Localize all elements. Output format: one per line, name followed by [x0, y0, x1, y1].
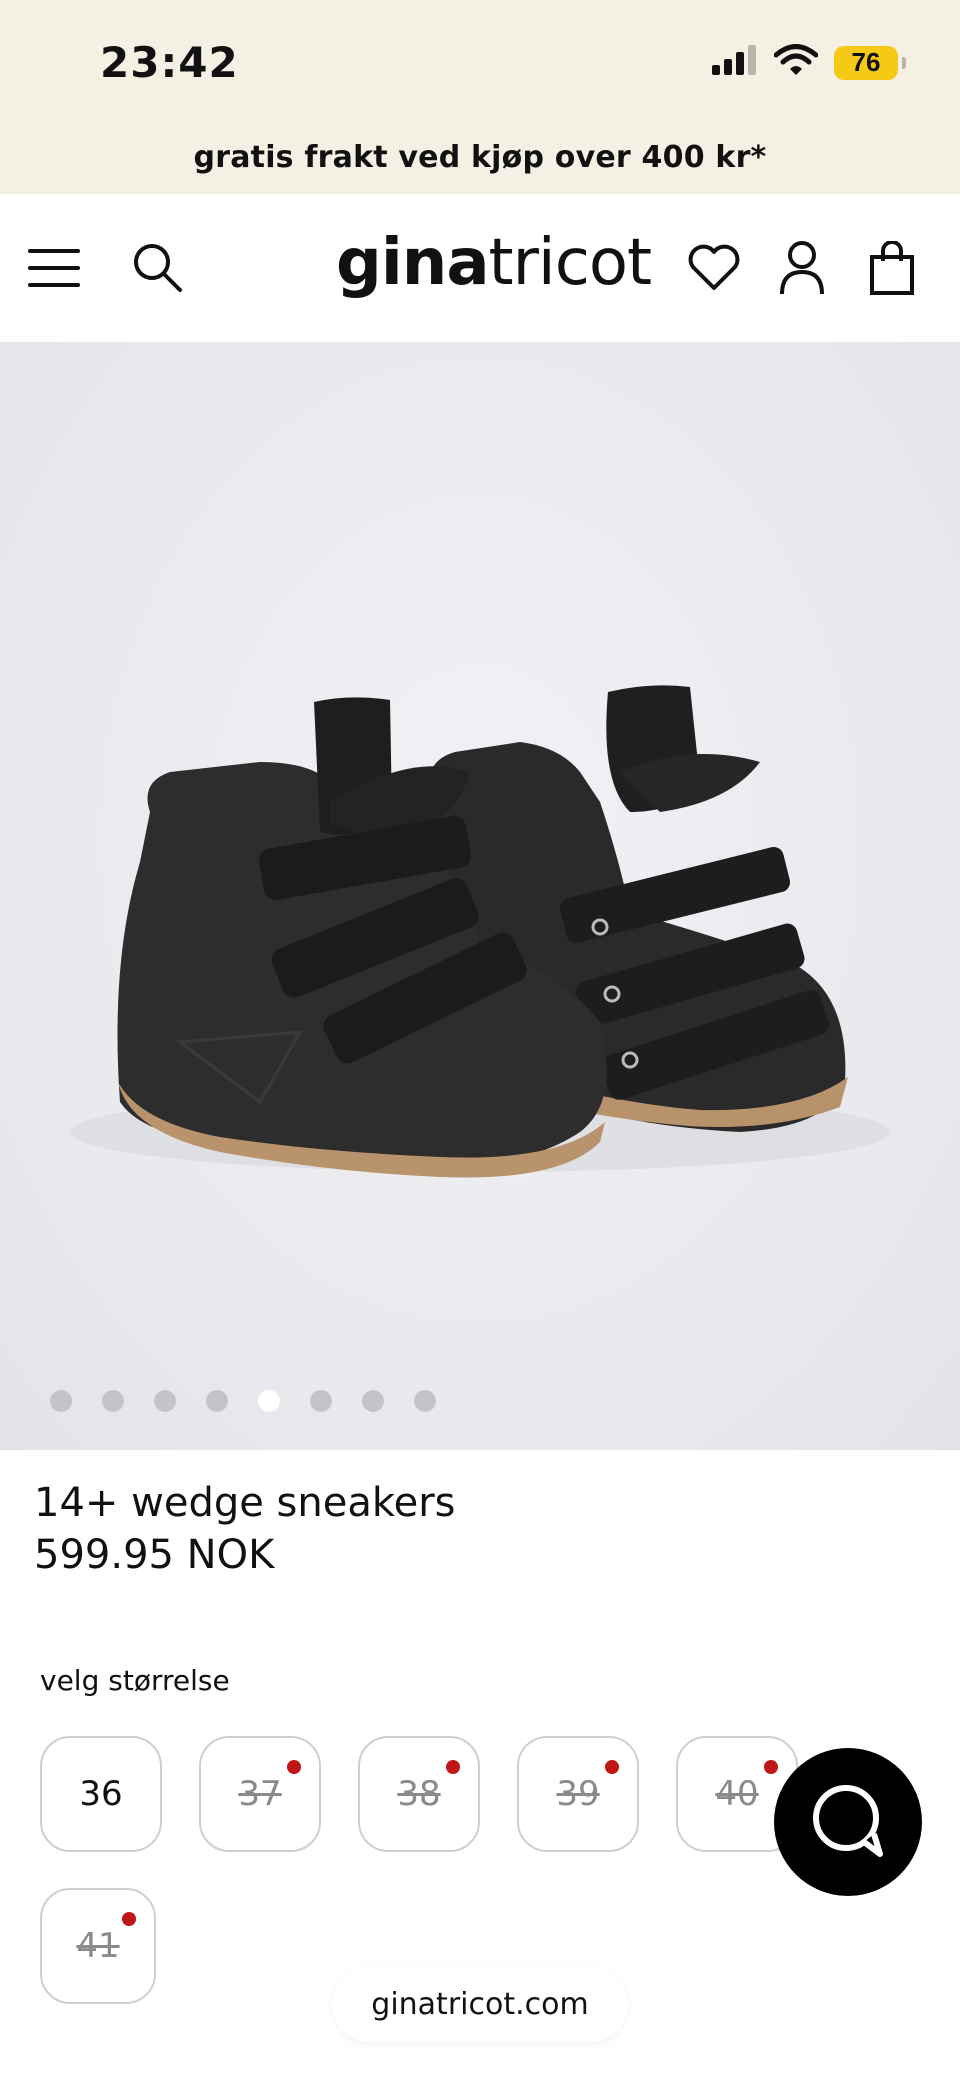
logo-light: tricot: [488, 226, 653, 300]
status-time: 23:42: [100, 38, 239, 87]
size-value: 41: [76, 1926, 120, 1966]
status-bar: 23:42 76: [0, 0, 960, 120]
bag-icon[interactable]: [862, 238, 922, 298]
wifi-icon: [773, 44, 819, 81]
account-icon[interactable]: [772, 238, 832, 298]
size-value: 37: [238, 1774, 282, 1814]
promo-banner[interactable]: gratis frakt ved kjøp over 400 kr*: [0, 120, 960, 194]
gallery-dots: [50, 1390, 436, 1412]
logo-bold: gina: [336, 226, 489, 300]
size-value: 39: [556, 1774, 600, 1814]
browser-url-bar[interactable]: ginatricot.com: [332, 1966, 628, 2042]
status-icons: 76: [712, 44, 906, 81]
browser-url: ginatricot.com: [371, 1986, 589, 2022]
size-option-39[interactable]: 39: [517, 1736, 639, 1852]
sold-out-indicator: [605, 1760, 619, 1774]
product-image[interactable]: [0, 342, 960, 1450]
size-value: 36: [79, 1774, 123, 1814]
product-price: 599.95 NOK: [34, 1532, 275, 1578]
size-option-41[interactable]: 41: [40, 1888, 156, 2004]
gallery-dot[interactable]: [102, 1390, 124, 1412]
sold-out-indicator: [122, 1912, 136, 1926]
chat-button[interactable]: [774, 1748, 922, 1896]
gallery-dot-active[interactable]: [258, 1390, 280, 1412]
battery-icon: 76: [834, 45, 906, 80]
gallery-dot[interactable]: [154, 1390, 176, 1412]
cellular-signal-icon: [712, 45, 758, 80]
size-option-37[interactable]: 37: [199, 1736, 321, 1852]
size-selector-label: velg størrelse: [40, 1664, 230, 1697]
gallery-dot[interactable]: [362, 1390, 384, 1412]
site-header: ginatricot: [0, 194, 960, 342]
menu-icon[interactable]: [24, 238, 84, 298]
sold-out-indicator: [287, 1760, 301, 1774]
logo[interactable]: ginatricot: [336, 226, 653, 300]
heart-icon[interactable]: [684, 238, 744, 298]
gallery-dot[interactable]: [414, 1390, 436, 1412]
product-photo: [70, 685, 890, 1178]
size-value: 40: [715, 1774, 759, 1814]
search-icon[interactable]: [128, 238, 188, 298]
gallery-dot[interactable]: [310, 1390, 332, 1412]
product-name: 14+ wedge sneakers: [34, 1480, 456, 1526]
size-value: 38: [397, 1774, 441, 1814]
gallery-dot[interactable]: [206, 1390, 228, 1412]
sold-out-indicator: [446, 1760, 460, 1774]
size-option-38[interactable]: 38: [358, 1736, 480, 1852]
gallery-dot[interactable]: [50, 1390, 72, 1412]
promo-text: gratis frakt ved kjøp over 400 kr*: [193, 139, 767, 175]
sold-out-indicator: [764, 1760, 778, 1774]
size-option-36[interactable]: 36: [40, 1736, 162, 1852]
chat-bubble-icon: [806, 1780, 890, 1865]
battery-level: 76: [851, 47, 881, 77]
